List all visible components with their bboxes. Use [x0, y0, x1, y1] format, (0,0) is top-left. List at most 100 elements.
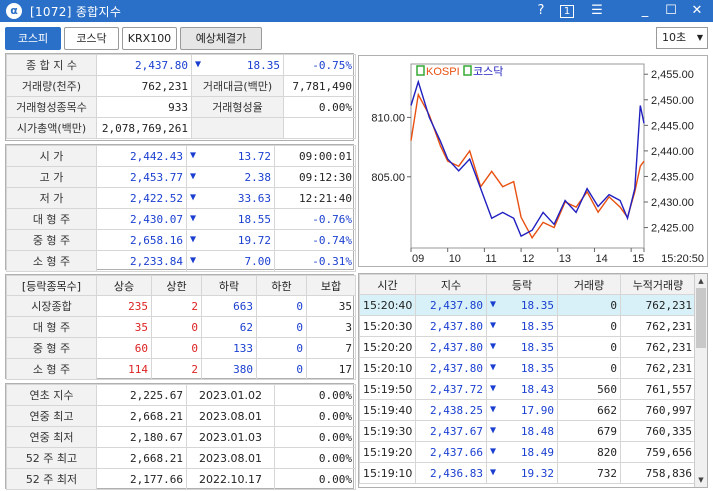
- change-value: 18.35: [246, 58, 280, 72]
- legend-label: KOSPI: [426, 66, 460, 78]
- market-cap-label: 시가총액(백만): [6, 117, 97, 139]
- down-arrow-icon: ▼: [190, 149, 197, 161]
- tick-change: ▼ 18.35: [486, 315, 558, 337]
- help-button[interactable]: ?: [530, 2, 552, 20]
- close-button[interactable]: ✕: [686, 2, 708, 20]
- legend-swatch: [463, 65, 472, 76]
- tick-table: 시간 지수 등락 거래량 누적거래량 15:20:40 2,437.80 ▼ 18.35 0 762…: [359, 274, 696, 484]
- ohlc-extra: 09:12:30: [274, 166, 356, 188]
- tick-header-row: 시간 지수 등락 거래량 누적거래량: [359, 274, 696, 295]
- tab-kospi[interactable]: 코스피: [5, 27, 61, 50]
- yearly-pct: 0.00%: [274, 426, 356, 448]
- breadth-panel: [등락종목수] 상승 상한 하락 하한 보합 시장종합 235 2 663 0 35 대 형 주 35 0 6…: [5, 274, 356, 380]
- declining-count: 62: [201, 316, 257, 338]
- minimize-button[interactable]: _: [634, 2, 656, 20]
- tick-header: 등락: [486, 274, 558, 295]
- down-arrow-icon: ▼: [490, 445, 497, 457]
- yearly-value: 2,180.67: [96, 426, 187, 448]
- change-value: 2.38: [244, 170, 272, 184]
- tick-change: ▼ 17.90: [486, 399, 558, 421]
- breadth-header: [등락종목수]: [6, 275, 97, 296]
- change-value: 7.00: [244, 254, 272, 268]
- interval-value: 10초: [662, 31, 687, 44]
- breadth-header: 하락: [201, 275, 257, 296]
- tick-volume: 0: [557, 315, 621, 337]
- down-arrow-icon: ▼: [490, 466, 497, 478]
- yearly-pct: 0.00%: [274, 468, 356, 490]
- ohlc-extra: -0.74%: [274, 229, 356, 251]
- yearly-row: 연중 최고 2,668.21 2023.08.01 0.00%: [6, 405, 356, 427]
- left-tick-label: 805.00: [371, 172, 405, 184]
- maximize-button[interactable]: ☐: [660, 2, 682, 20]
- change-value: 19.72: [237, 233, 271, 247]
- right-tick-label: 2,425.00: [651, 223, 694, 235]
- tab-krx100[interactable]: KRX100: [122, 27, 177, 50]
- tick-scrollbar[interactable]: ▲ ▼: [694, 274, 707, 487]
- scroll-up-icon[interactable]: ▲: [695, 275, 707, 287]
- volume-label: 거래량(천주): [6, 75, 97, 97]
- tick-row[interactable]: 15:19:50 2,437.72 ▼ 18.43 560 761,557: [359, 378, 696, 400]
- lower-limit-count: 0: [256, 358, 307, 380]
- x-tick-label: 10: [449, 253, 461, 265]
- breadth-row: 소 형 주 114 2 380 0 17: [6, 358, 356, 380]
- title-bar: α [1072] 종합지수 ? 1 ☰ _ ☐ ✕: [0, 0, 713, 22]
- tick-header: 거래량: [557, 274, 621, 295]
- scroll-thumb[interactable]: [696, 288, 706, 348]
- change-value: 18.35: [520, 298, 554, 312]
- ohlc-label: 시 가: [6, 145, 97, 167]
- menu-icon[interactable]: ☰: [586, 2, 608, 20]
- tick-row[interactable]: 15:20:30 2,437.80 ▼ 18.35 0 762,231: [359, 315, 696, 337]
- tick-row[interactable]: 15:19:10 2,436.83 ▼ 19.32 732 758,836: [359, 462, 696, 484]
- change-value: 13.72: [237, 149, 271, 163]
- tick-header: 지수: [415, 274, 487, 295]
- down-arrow-icon: ▼: [490, 298, 497, 310]
- window-title: [1072] 종합지수: [30, 5, 122, 19]
- yearly-row: 연초 지수 2,225.67 2023.01.02 0.00%: [6, 384, 356, 406]
- yearly-date: 2023.08.01: [186, 447, 275, 469]
- down-arrow-icon: ▼: [190, 170, 197, 182]
- tick-row[interactable]: 15:19:20 2,437.66 ▼ 18.49 820 759,656: [359, 441, 696, 463]
- summary-row-volume: 거래량(천주) 762,231 거래대금(백만) 7,781,490: [6, 75, 356, 97]
- interval-select[interactable]: 10초 ▼: [656, 27, 708, 49]
- screen-number-button[interactable]: 1: [556, 2, 578, 20]
- unchanged-count: 7: [306, 337, 356, 359]
- tick-row[interactable]: 15:19:30 2,437.67 ▼ 18.48 679 760,335: [359, 420, 696, 442]
- tick-time: 15:19:20: [359, 441, 416, 463]
- advancing-count: 60: [96, 337, 152, 359]
- breadth-header: 상승: [96, 275, 152, 296]
- x-tick-label: 11: [485, 253, 496, 265]
- change-value: 33.63: [237, 191, 271, 205]
- unchanged-count: 3: [306, 316, 356, 338]
- tick-volume: 820: [557, 441, 621, 463]
- tick-cum-volume: 761,557: [620, 378, 696, 400]
- tick-row[interactable]: 15:20:40 2,437.80 ▼ 18.35 0 762,231: [359, 294, 696, 316]
- yearly-date: 2023.01.02: [186, 384, 275, 406]
- tick-time: 15:19:40: [359, 399, 416, 421]
- tab-kosdaq[interactable]: 코스닥: [64, 27, 119, 50]
- down-arrow-icon: ▼: [490, 382, 497, 394]
- ohlc-label: 소 형 주: [6, 250, 97, 272]
- tick-index: 2,437.80: [415, 315, 487, 337]
- ohlc-table: 시 가 2,442.43 ▼ 13.72 09:00:01 고 가 2,453.77 ▼ 2.3…: [6, 145, 356, 272]
- tick-index: 2,436.83: [415, 462, 487, 484]
- ohlc-row: 대 형 주 2,430.07 ▼ 18.55 -0.76%: [6, 208, 356, 230]
- tick-cum-volume: 762,231: [620, 336, 696, 358]
- tick-change: ▼ 19.32: [486, 462, 558, 484]
- tick-change: ▼ 18.49: [486, 441, 558, 463]
- scroll-down-icon[interactable]: ▼: [695, 474, 707, 486]
- down-arrow-icon: ▼: [490, 340, 497, 352]
- right-tick-label: 2,450.00: [651, 95, 694, 107]
- tick-row[interactable]: 15:20:10 2,437.80 ▼ 18.35 0 762,231: [359, 357, 696, 379]
- tab-expected-price[interactable]: 예상체결가: [180, 27, 262, 50]
- tick-row[interactable]: 15:19:40 2,438.25 ▼ 17.90 662 760,997: [359, 399, 696, 421]
- legend-label: 코스닥: [473, 65, 503, 78]
- down-arrow-icon: ▼: [490, 319, 497, 331]
- yearly-label: 연중 최고: [6, 405, 97, 427]
- breadth-label: 대 형 주: [6, 316, 97, 338]
- tick-cum-volume: 760,335: [620, 420, 696, 442]
- right-tick-label: 2,430.00: [651, 197, 694, 209]
- upper-limit-count: 0: [151, 337, 202, 359]
- yearly-pct: 0.00%: [274, 384, 356, 406]
- change-value: 18.35: [520, 319, 554, 333]
- tick-row[interactable]: 15:20:20 2,437.80 ▼ 18.35 0 762,231: [359, 336, 696, 358]
